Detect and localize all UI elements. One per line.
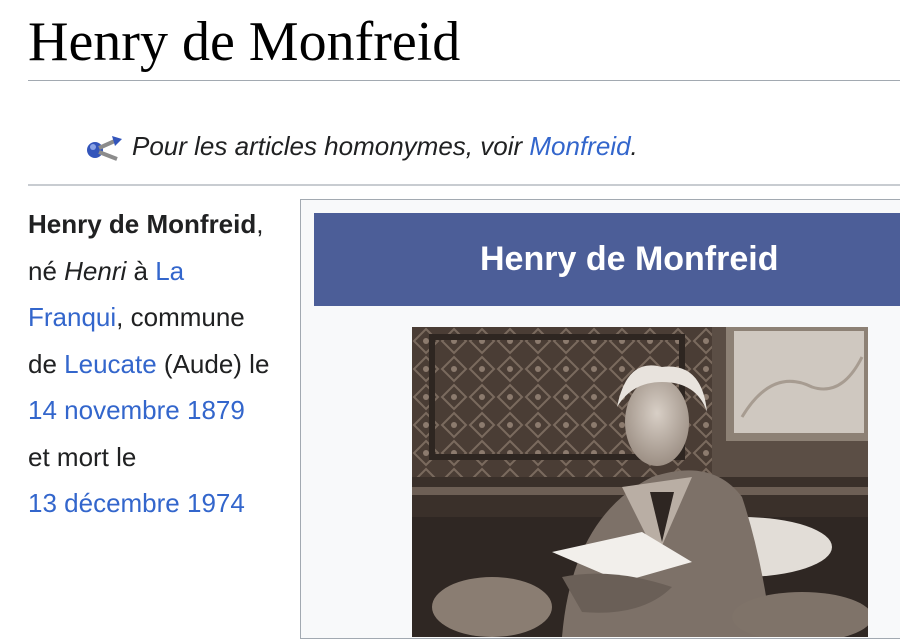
- hatnote-suffix: .: [630, 131, 638, 161]
- hatnote-text: Pour les articles homonymes, voir: [132, 131, 530, 161]
- link-death-date[interactable]: 13 décembre 1974: [28, 488, 245, 518]
- intro-birth-name: Henri: [64, 255, 127, 286]
- link-leucate[interactable]: Leucate: [64, 349, 157, 379]
- intro-text-2: à: [126, 255, 156, 286]
- intro-text-5: et mort le: [28, 441, 137, 472]
- intro-text-4: (Aude) le: [156, 348, 270, 379]
- link-birth-date[interactable]: 14 novembre 1879: [28, 395, 245, 425]
- hatnote-link-monfreid[interactable]: Monfreid: [529, 131, 630, 161]
- intro-paragraph: Henry de Monfreid, né Henri à La Franqui…: [28, 201, 278, 527]
- intro-name: Henry de Monfreid: [28, 209, 257, 239]
- portrait-photo[interactable]: [412, 327, 868, 637]
- title-divider: [28, 80, 900, 81]
- disambiguation-icon: [84, 133, 128, 163]
- infobox-header: Henry de Monfreid: [314, 213, 900, 306]
- infobox: Henry de Monfreid: [300, 199, 900, 639]
- hatnote: Pour les articles homonymes, voir Monfre…: [84, 126, 638, 166]
- hatnote-divider: [28, 184, 900, 186]
- page-title: Henry de Monfreid: [28, 11, 461, 73]
